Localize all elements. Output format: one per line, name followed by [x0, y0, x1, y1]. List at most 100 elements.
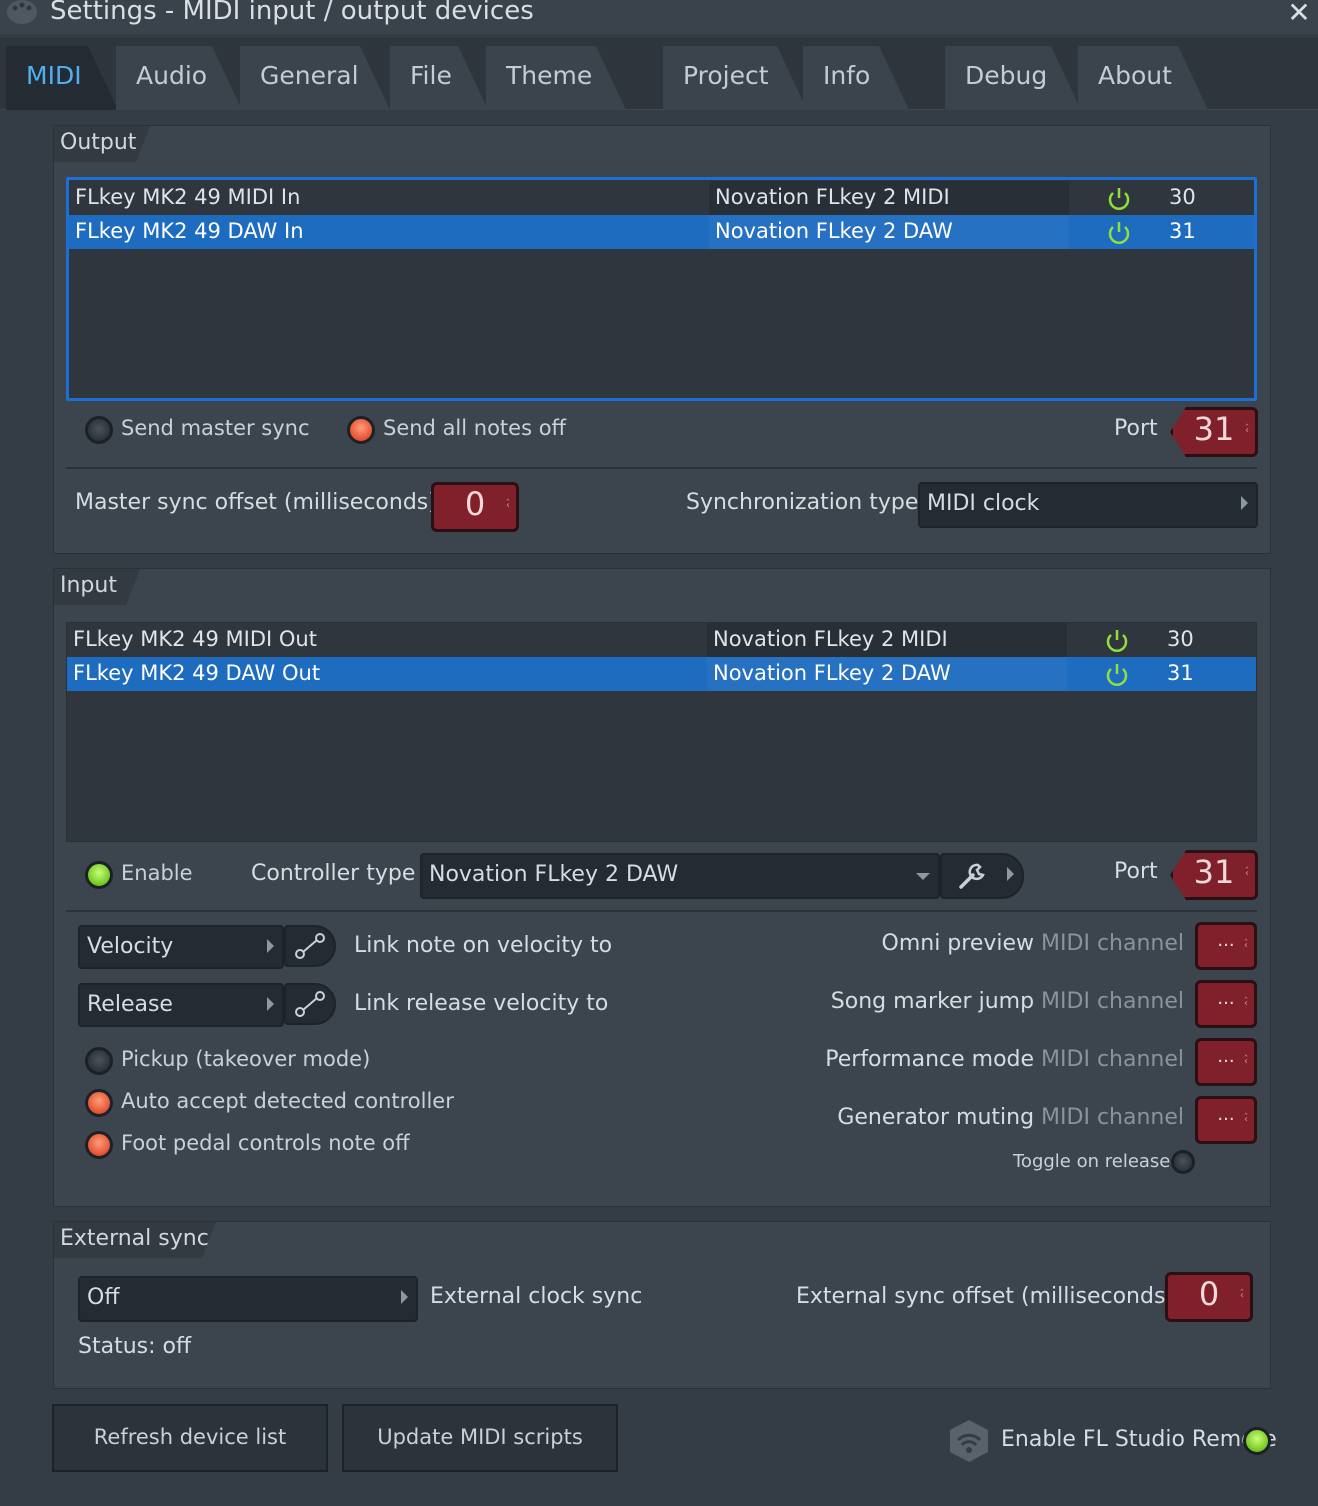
input-device-row[interactable]: FLkey MK2 49 MIDI Out Novation FLkey 2 M…: [67, 623, 1256, 657]
link-release-velocity-label: Link release velocity to: [354, 991, 609, 1016]
foot-pedal-label: Foot pedal controls note off: [121, 1131, 410, 1155]
external-sync-offset-label: External sync offset (milliseconds): [796, 1284, 1174, 1309]
device-driver: Novation FLkey 2 MIDI: [715, 185, 950, 209]
send-master-sync-radio[interactable]: [85, 416, 113, 444]
enable-remote-label: Enable FL Studio Remote: [1001, 1427, 1277, 1452]
pickup-radio[interactable]: [85, 1047, 113, 1075]
velocity-select-value: Velocity: [87, 934, 174, 959]
controller-settings-button[interactable]: [940, 853, 1024, 899]
send-all-notes-off-label: Send all notes off: [383, 416, 567, 440]
power-icon[interactable]: [1101, 627, 1133, 655]
device-port: 31: [1167, 661, 1194, 685]
device-name: FLkey MK2 49 MIDI In: [75, 185, 301, 209]
release-select[interactable]: Release: [78, 983, 284, 1027]
midi-channel-suffix: MIDI channel: [1041, 989, 1184, 1014]
fl-studio-icon: [7, 0, 37, 24]
output-device-row[interactable]: FLkey MK2 49 MIDI In Novation FLkey 2 MI…: [69, 181, 1254, 215]
output-device-row-selected[interactable]: FLkey MK2 49 DAW In Novation FLkey 2 DAW…: [69, 215, 1254, 249]
performance-mode-channel-spinner[interactable]: ··· ‸ ‹: [1195, 1038, 1257, 1086]
song-marker-label: Song marker jump: [830, 989, 1035, 1014]
power-icon[interactable]: [1103, 219, 1135, 247]
chevron-right-icon: [401, 1290, 408, 1304]
device-driver: Novation FLkey 2 DAW: [713, 661, 951, 685]
device-driver: Novation FLkey 2 DAW: [715, 219, 953, 243]
chevron-right-icon: [267, 997, 274, 1011]
release-select-value: Release: [87, 992, 173, 1017]
output-port-spinner[interactable]: 31 ‸ ‹: [1170, 407, 1258, 457]
device-port: 30: [1167, 627, 1194, 651]
output-heading: Output: [54, 126, 150, 162]
update-midi-scripts-button[interactable]: Update MIDI scripts: [342, 1404, 618, 1472]
toggle-on-release-label: Toggle on release: [1013, 1151, 1171, 1172]
output-port-value: 31: [1193, 410, 1235, 448]
midi-channel-suffix: MIDI channel: [1041, 931, 1184, 956]
external-sync-status: Status: off: [78, 1334, 192, 1359]
controller-type-label: Controller type: [251, 861, 416, 886]
output-port-label: Port: [1114, 416, 1158, 441]
song-marker-row-label: Song marker jump MIDI channel: [831, 989, 1184, 1014]
channel-value: ···: [1217, 1109, 1235, 1130]
external-clock-value: Off: [87, 1285, 120, 1310]
wrench-icon: [959, 863, 985, 889]
enable-label: Enable: [121, 861, 193, 885]
send-all-notes-off-radio[interactable]: [347, 416, 375, 444]
power-icon[interactable]: [1103, 185, 1135, 213]
foot-pedal-radio[interactable]: [85, 1131, 113, 1159]
close-icon[interactable]: ✕: [1284, 0, 1314, 30]
performance-mode-row-label: Performance mode MIDI channel: [825, 1047, 1184, 1072]
channel-value: ···: [1217, 993, 1235, 1014]
link-note-on-velocity-label: Link note on velocity to: [354, 933, 613, 958]
device-driver: Novation FLkey 2 MIDI: [713, 627, 948, 651]
separator: [66, 467, 1257, 469]
device-port: 31: [1169, 219, 1196, 243]
generator-muting-label: Generator muting: [837, 1105, 1035, 1130]
omni-preview-channel-spinner[interactable]: ··· ‸ ‹: [1195, 922, 1257, 970]
device-name: FLkey MK2 49 DAW In: [75, 219, 304, 243]
window-title: Settings - MIDI input / output devices: [50, 0, 534, 26]
device-name: FLkey MK2 49 DAW Out: [73, 661, 321, 685]
master-sync-offset-value: 0: [464, 485, 486, 523]
auto-accept-radio[interactable]: [85, 1089, 113, 1117]
external-sync-heading: External sync: [54, 1222, 216, 1258]
refresh-device-list-button[interactable]: Refresh device list: [52, 1404, 328, 1472]
channel-value: ···: [1217, 935, 1235, 956]
controller-type-select[interactable]: Novation FLkey 2 DAW: [420, 853, 940, 899]
velocity-select[interactable]: Velocity: [78, 925, 284, 969]
device-name: FLkey MK2 49 MIDI Out: [73, 627, 317, 651]
external-sync-offset-spinner[interactable]: 0 ‸ ‹: [1165, 1272, 1253, 1322]
midi-channel-suffix: MIDI channel: [1041, 1105, 1184, 1130]
enable-radio[interactable]: [85, 861, 113, 889]
chevron-down-icon: [916, 873, 930, 880]
remote-wifi-icon: [950, 1420, 988, 1462]
device-port: 30: [1169, 185, 1196, 209]
chevron-right-icon: [267, 939, 274, 953]
generator-muting-channel-spinner[interactable]: ··· ‸ ‹: [1195, 1096, 1257, 1144]
link-release-button[interactable]: [284, 983, 336, 1025]
channel-value: ···: [1217, 1051, 1235, 1072]
sync-type-value: MIDI clock: [927, 491, 1040, 516]
toggle-on-release-radio[interactable]: [1171, 1150, 1195, 1174]
sync-type-select[interactable]: MIDI clock: [918, 482, 1258, 528]
omni-preview-row-label: Omni preview MIDI channel: [882, 931, 1184, 956]
link-knob-icon: [295, 933, 325, 959]
auto-accept-label: Auto accept detected controller: [121, 1089, 454, 1113]
link-knob-icon: [295, 991, 325, 1017]
input-device-row-selected[interactable]: FLkey MK2 49 DAW Out Novation FLkey 2 DA…: [67, 657, 1256, 691]
enable-remote-radio[interactable]: [1243, 1427, 1271, 1455]
sync-type-label: Synchronization type: [686, 490, 919, 515]
separator: [66, 910, 1257, 912]
song-marker-channel-spinner[interactable]: ··· ‸ ‹: [1195, 980, 1257, 1028]
external-clock-select[interactable]: Off: [78, 1276, 418, 1322]
link-velocity-button[interactable]: [284, 925, 336, 967]
input-device-list[interactable]: FLkey MK2 49 MIDI Out Novation FLkey 2 M…: [66, 622, 1257, 842]
input-port-value: 31: [1193, 853, 1235, 891]
omni-preview-label: Omni preview: [881, 931, 1035, 956]
generator-muting-row-label: Generator muting MIDI channel: [837, 1105, 1184, 1130]
master-sync-offset-spinner[interactable]: 0 ‸ ‹: [431, 482, 519, 532]
power-icon[interactable]: [1101, 661, 1133, 689]
input-heading: Input: [54, 569, 140, 605]
output-device-list[interactable]: FLkey MK2 49 MIDI In Novation FLkey 2 MI…: [66, 177, 1257, 401]
master-sync-offset-label: Master sync offset (milliseconds): [75, 490, 437, 515]
input-port-spinner[interactable]: 31 ‸ ‹: [1170, 850, 1258, 900]
performance-mode-label: Performance mode: [825, 1047, 1035, 1072]
